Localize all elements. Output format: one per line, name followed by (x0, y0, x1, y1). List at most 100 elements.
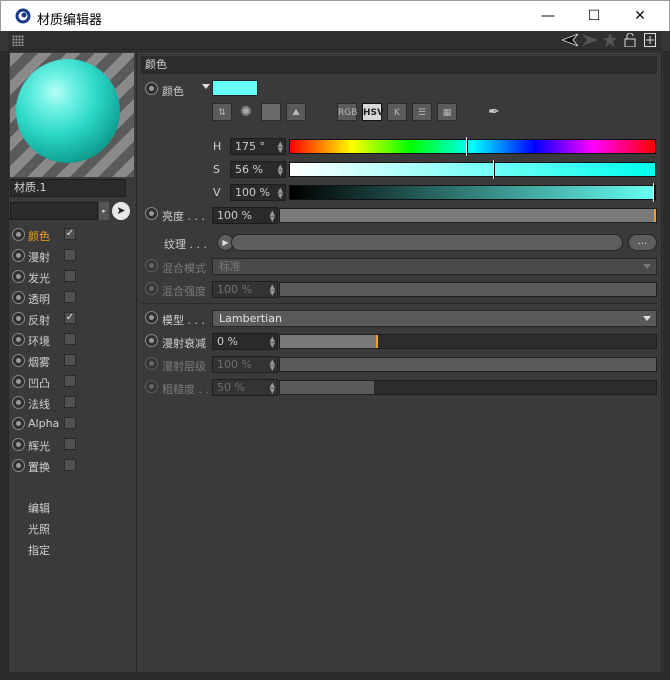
channel-label[interactable]: 透明 (28, 291, 50, 307)
channel-label[interactable]: 法线 (28, 396, 50, 412)
texture-slot[interactable] (231, 234, 623, 251)
color-picker-slider-icon[interactable]: ⇅ (212, 103, 232, 121)
blend-mode-label: 混合模式 (162, 262, 206, 275)
channel-label[interactable]: Alpha (28, 417, 59, 430)
channel-row[interactable]: 反射 ✓ (9, 308, 135, 329)
channel-extra-edit[interactable]: 编辑 (28, 500, 50, 516)
channel-row[interactable]: 颜色 ✓ (9, 224, 135, 245)
hue-marker[interactable] (466, 137, 468, 156)
channel-radio[interactable] (12, 438, 25, 451)
texture-more-button[interactable]: ... (628, 234, 657, 251)
channel-checkbox[interactable] (64, 333, 76, 345)
diffuse-falloff-slider[interactable] (279, 334, 657, 349)
channel-label[interactable]: 烟雾 (28, 354, 50, 370)
hue-slider[interactable] (289, 137, 656, 156)
channel-radio[interactable] (12, 354, 25, 367)
value-marker[interactable] (653, 183, 655, 202)
channel-row[interactable]: 透明 (9, 287, 135, 308)
s-field[interactable]: 56 % ▲ ▼ (230, 161, 286, 178)
channel-checkbox[interactable] (64, 396, 76, 408)
channel-checkbox[interactable]: ✓ (64, 312, 76, 324)
brightness-field[interactable]: 100 % ▲ ▼ (212, 207, 278, 224)
star-icon[interactable] (602, 32, 618, 49)
channel-checkbox[interactable]: ✓ (64, 228, 76, 240)
channel-extra-illumination[interactable]: 光照 (28, 521, 50, 537)
material-preview[interactable] (10, 53, 134, 177)
model-radio[interactable] (145, 311, 158, 324)
new-panel-icon[interactable] (642, 32, 658, 49)
channel-radio[interactable] (12, 249, 25, 262)
close-button[interactable]: ✕ (617, 1, 663, 31)
diffuse-falloff-handle[interactable] (376, 335, 378, 348)
minimize-button[interactable]: — (525, 1, 571, 31)
brightness-handle[interactable] (654, 209, 656, 222)
diffuse-falloff-field[interactable]: 0 % ▲ ▼ (212, 333, 278, 350)
channel-label[interactable]: 漫射 (28, 249, 50, 265)
channel-checkbox[interactable] (64, 249, 76, 261)
channel-label[interactable]: 发光 (28, 270, 50, 286)
color-radio[interactable] (145, 82, 158, 95)
color-expand-icon[interactable] (202, 84, 210, 89)
eyedropper-icon[interactable]: ✒ (484, 103, 504, 121)
channel-checkbox[interactable] (64, 291, 76, 303)
spectrum-icon[interactable] (261, 103, 281, 121)
channel-radio[interactable] (12, 375, 25, 388)
back-arrow-icon[interactable] (560, 32, 580, 49)
color-swatch[interactable] (212, 80, 258, 96)
channel-checkbox[interactable] (64, 270, 76, 282)
channel-row[interactable]: 环境 (9, 329, 135, 350)
channel-radio[interactable] (12, 417, 25, 430)
lock-icon[interactable] (622, 32, 638, 49)
h-field[interactable]: 175 ° ▲ ▼ (230, 138, 286, 155)
channel-row[interactable]: 漫射 (9, 245, 135, 266)
brightness-radio[interactable] (145, 207, 158, 220)
channel-row[interactable]: 烟雾 (9, 350, 135, 371)
channel-row[interactable]: 凹凸 (9, 371, 135, 392)
channel-radio[interactable] (12, 312, 25, 325)
channel-row[interactable]: 发光 (9, 266, 135, 287)
channel-checkbox[interactable] (64, 375, 76, 387)
channel-label[interactable]: 环境 (28, 333, 50, 349)
saturation-slider[interactable] (289, 160, 656, 179)
v-field[interactable]: 100 % ▲ ▼ (230, 184, 286, 201)
brightness-slider[interactable] (279, 208, 657, 223)
mixer-icon[interactable]: ☰ (412, 103, 432, 121)
channel-label[interactable]: 反射 (28, 312, 50, 328)
channel-row[interactable]: 法线 (9, 392, 135, 413)
forward-arrow-icon[interactable] (582, 33, 598, 49)
channel-label[interactable]: 颜色 (28, 228, 50, 244)
channel-radio[interactable] (12, 291, 25, 304)
channel-radio[interactable] (12, 333, 25, 346)
channel-radio[interactable] (12, 228, 25, 241)
channel-row[interactable]: Alpha (9, 413, 135, 434)
channel-checkbox[interactable] (64, 417, 76, 429)
channel-radio[interactable] (12, 459, 25, 472)
channel-checkbox[interactable] (64, 354, 76, 366)
model-dropdown[interactable]: Lambertian (212, 310, 657, 327)
diffuse-falloff-radio[interactable] (145, 334, 158, 347)
mode-kelvin-button[interactable]: K (387, 103, 407, 121)
pick-cursor-icon[interactable]: ➤ (112, 202, 130, 220)
selector-arrow-icon[interactable]: ▸ (99, 202, 109, 220)
grip-icon[interactable] (12, 35, 24, 46)
mode-hsv-button[interactable]: HSV (362, 103, 384, 121)
saturation-marker[interactable] (493, 160, 495, 179)
channel-label[interactable]: 辉光 (28, 438, 50, 454)
mode-rgb-button[interactable]: RGB (337, 103, 357, 121)
channel-row[interactable]: 置换 (9, 455, 135, 476)
material-name-field[interactable]: 材质.1 (10, 179, 126, 197)
channel-row[interactable]: 辉光 (9, 434, 135, 455)
channel-label[interactable]: 凹凸 (28, 375, 50, 391)
value-slider[interactable] (289, 183, 656, 202)
image-picker-icon[interactable]: ⛰ (286, 103, 306, 121)
material-selector[interactable] (10, 202, 98, 220)
channel-radio[interactable] (12, 396, 25, 409)
maximize-button[interactable]: ☐ (571, 1, 617, 31)
color-wheel-icon[interactable]: ✺ (236, 103, 256, 121)
channel-label[interactable]: 置换 (28, 459, 50, 475)
channel-radio[interactable] (12, 270, 25, 283)
swatches-icon[interactable]: ▦ (437, 103, 457, 121)
channel-checkbox[interactable] (64, 438, 76, 450)
channel-checkbox[interactable] (64, 459, 76, 471)
channel-extra-assign[interactable]: 指定 (28, 542, 50, 558)
